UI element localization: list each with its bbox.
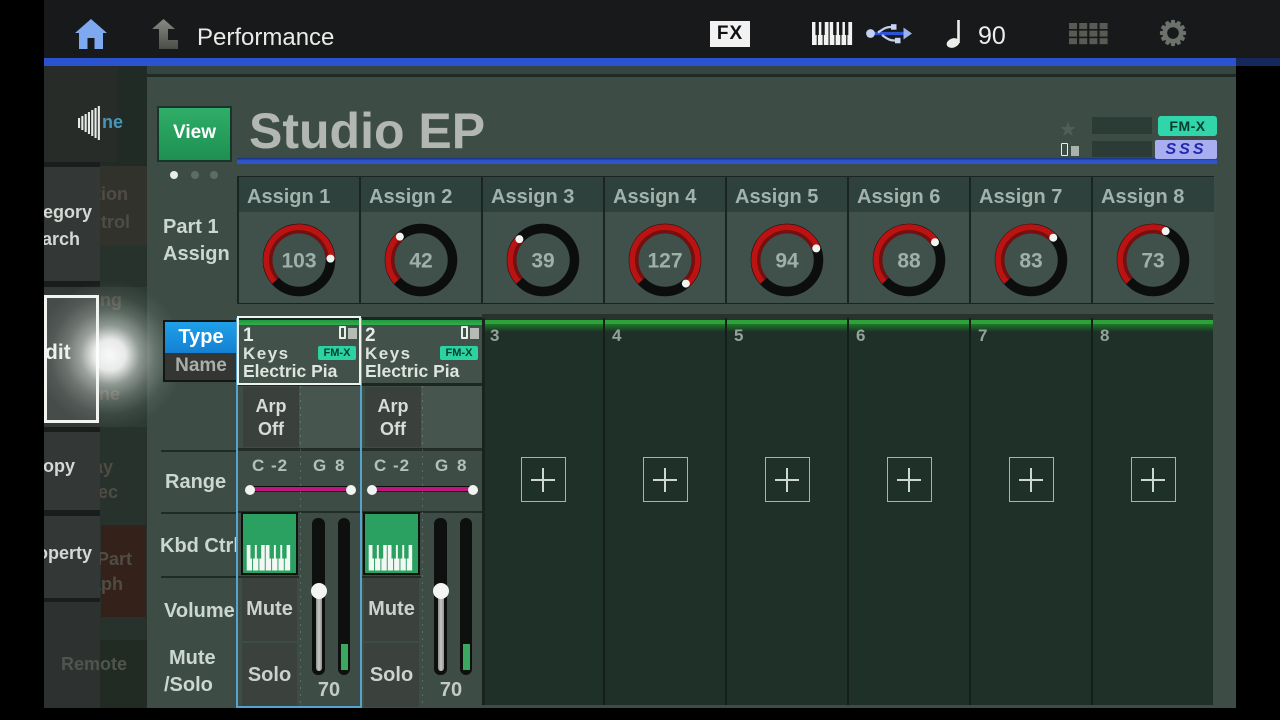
svg-text:42: 42 [409, 250, 432, 273]
svg-text:88: 88 [897, 250, 921, 273]
svg-text:103: 103 [281, 250, 316, 273]
svg-text:73: 73 [1141, 250, 1164, 273]
svg-text:83: 83 [1019, 250, 1042, 273]
svg-text:127: 127 [647, 250, 682, 273]
svg-text:39: 39 [531, 250, 554, 273]
svg-text:94: 94 [775, 250, 799, 273]
